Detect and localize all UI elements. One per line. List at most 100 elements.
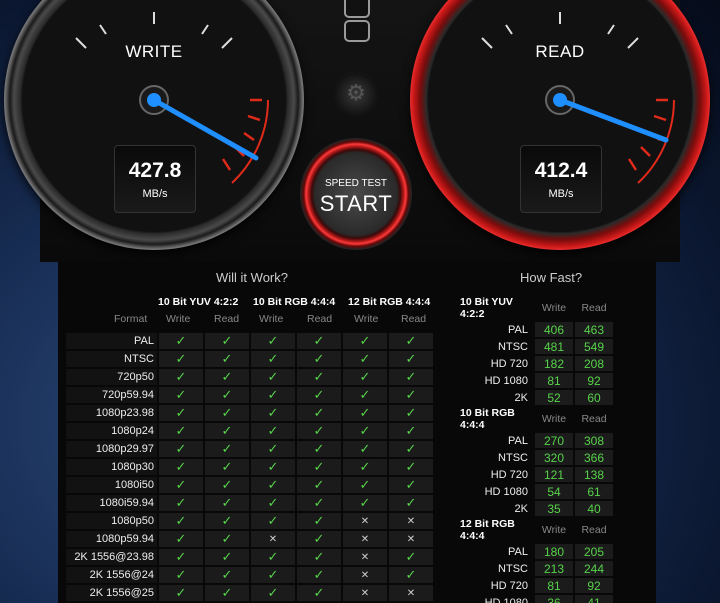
checkmark-icon: ✓	[159, 441, 203, 457]
table-row: 2K 52 60	[460, 390, 613, 405]
format-label: 2K	[514, 391, 528, 404]
read-speed-cell: 308	[575, 433, 613, 448]
checkmark-icon: ✓	[297, 549, 341, 565]
table-row: NTSC 481 549	[460, 339, 613, 354]
cross-icon: ✕	[389, 513, 433, 529]
table-row: PAL ✓ ✓ ✓ ✓ ✓ ✓	[66, 333, 433, 349]
read-speed-unit: MB/s	[548, 188, 574, 200]
will-it-work-title: Will it Work?	[216, 270, 288, 285]
checkmark-icon: ✓	[297, 405, 341, 421]
format-label: 1080p29.97	[66, 441, 157, 457]
write-speed-cell: 270	[535, 433, 573, 448]
read-speed-cell: 60	[575, 390, 613, 405]
wiw-subheader: Read	[214, 313, 240, 325]
checkmark-icon: ✓	[343, 423, 387, 439]
checkmark-icon: ✓	[205, 387, 249, 403]
format-label: HD 720	[490, 579, 528, 592]
format-label: HD 1080	[484, 374, 528, 387]
checkmark-icon: ✓	[251, 423, 295, 439]
checkmark-icon: ✓	[297, 369, 341, 385]
checkmark-icon: ✓	[343, 495, 387, 511]
checkmark-icon: ✓	[205, 513, 249, 529]
checkmark-icon: ✓	[159, 387, 203, 403]
table-row: 1080p29.97 ✓ ✓ ✓ ✓ ✓ ✓	[66, 441, 433, 457]
group-header-row: 12 Bit RGB 4:4:4 Write Read	[460, 518, 613, 542]
wiw-subheader: Write	[166, 313, 191, 325]
wiw-group-header: 12 Bit RGB 4:4:4	[348, 296, 431, 308]
toggle-top-upper[interactable]	[344, 0, 370, 18]
table-row: HD 720 121 138	[460, 467, 613, 482]
checkmark-icon: ✓	[205, 549, 249, 565]
table-row: HD 720 81 92	[460, 578, 613, 593]
format-label: HD 720	[490, 357, 528, 370]
checkmark-icon: ✓	[251, 567, 295, 583]
checkmark-icon: ✓	[205, 567, 249, 583]
checkmark-icon: ✓	[159, 585, 203, 601]
checkmark-icon: ✓	[159, 459, 203, 475]
checkmark-icon: ✓	[297, 351, 341, 367]
write-speed-unit: MB/s	[142, 188, 168, 200]
read-speed-cell: 40	[575, 501, 613, 516]
checkmark-icon: ✓	[205, 459, 249, 475]
write-speed-cell: 180	[535, 544, 573, 559]
format-label: PAL	[508, 434, 528, 447]
settings-button[interactable]: ⚙	[334, 72, 378, 116]
cross-icon: ✕	[251, 531, 295, 547]
group-name: 12 Bit RGB 4:4:4	[460, 518, 515, 542]
checkmark-icon: ✓	[159, 549, 203, 565]
cross-icon: ✕	[343, 513, 387, 529]
write-gauge-title: WRITE	[125, 42, 183, 61]
table-row: NTSC 320 366	[460, 450, 613, 465]
will-it-work-table: PAL ✓ ✓ ✓ ✓ ✓ ✓ NTSC ✓ ✓ ✓ ✓ ✓ ✓ 720p50 ✓ ✓ ✓ ✓ ✓ ✓ 720p59.94…	[64, 331, 435, 603]
table-row: NTSC 213 244	[460, 561, 613, 576]
write-gauge: WRITE 427.8 MB/s	[4, 0, 304, 250]
format-label: 1080p59.94	[66, 531, 157, 547]
format-label: HD 1080	[484, 596, 528, 603]
checkmark-icon: ✓	[159, 351, 203, 367]
write-speed-cell: 406	[535, 322, 573, 337]
checkmark-icon: ✓	[251, 369, 295, 385]
checkmark-icon: ✓	[343, 405, 387, 421]
checkmark-icon: ✓	[205, 531, 249, 547]
read-speed-cell: 138	[575, 467, 613, 482]
write-speed-cell: 54	[535, 484, 573, 499]
checkmark-icon: ✓	[251, 405, 295, 421]
table-row: 2K 1556@24 ✓ ✓ ✓ ✓ ✕ ✓	[66, 567, 433, 583]
speed-test-start-button[interactable]: SPEED TEST START	[300, 138, 412, 250]
cross-icon: ✕	[343, 549, 387, 565]
table-row: 1080p59.94 ✓ ✓ ✕ ✓ ✕ ✕	[66, 531, 433, 547]
read-speed-cell: 92	[575, 373, 613, 388]
group-name: 10 Bit YUV 4:2:2	[460, 296, 513, 320]
table-row: PAL 270 308	[460, 433, 613, 448]
checkmark-icon: ✓	[251, 549, 295, 565]
checkmark-icon: ✓	[205, 477, 249, 493]
wiw-group-header: 10 Bit YUV 4:2:2	[158, 296, 239, 308]
checkmark-icon: ✓	[205, 495, 249, 511]
format-label: 1080p50	[66, 513, 157, 529]
table-row: NTSC ✓ ✓ ✓ ✓ ✓ ✓	[66, 351, 433, 367]
format-label: PAL	[508, 323, 528, 336]
table-row: 1080i50 ✓ ✓ ✓ ✓ ✓ ✓	[66, 477, 433, 493]
table-row: HD 1080 81 92	[460, 373, 613, 388]
format-label: NTSC	[66, 351, 157, 367]
checkmark-icon: ✓	[205, 441, 249, 457]
format-label: 1080p23.98	[66, 405, 157, 421]
table-row: 2K 1556@23.98 ✓ ✓ ✓ ✓ ✕ ✓	[66, 549, 433, 565]
checkmark-icon: ✓	[343, 351, 387, 367]
checkmark-icon: ✓	[205, 405, 249, 421]
table-row: PAL 180 205	[460, 544, 613, 559]
toggle-top-lower[interactable]	[344, 20, 370, 42]
checkmark-icon: ✓	[389, 495, 433, 511]
read-gauge: READ 412.4 MB/s	[410, 0, 710, 250]
results-panel: Will it Work? How Fast? 10 Bit YUV 4:2:2…	[58, 261, 656, 603]
read-speed-cell: 463	[575, 322, 613, 337]
checkmark-icon: ✓	[343, 441, 387, 457]
table-row: 1080i59.94 ✓ ✓ ✓ ✓ ✓ ✓	[66, 495, 433, 511]
table-row: HD 1080 36 41	[460, 595, 613, 603]
checkmark-icon: ✓	[251, 441, 295, 457]
checkmark-icon: ✓	[159, 423, 203, 439]
checkmark-icon: ✓	[343, 477, 387, 493]
cross-icon: ✕	[343, 585, 387, 601]
checkmark-icon: ✓	[159, 513, 203, 529]
cross-icon: ✕	[389, 531, 433, 547]
